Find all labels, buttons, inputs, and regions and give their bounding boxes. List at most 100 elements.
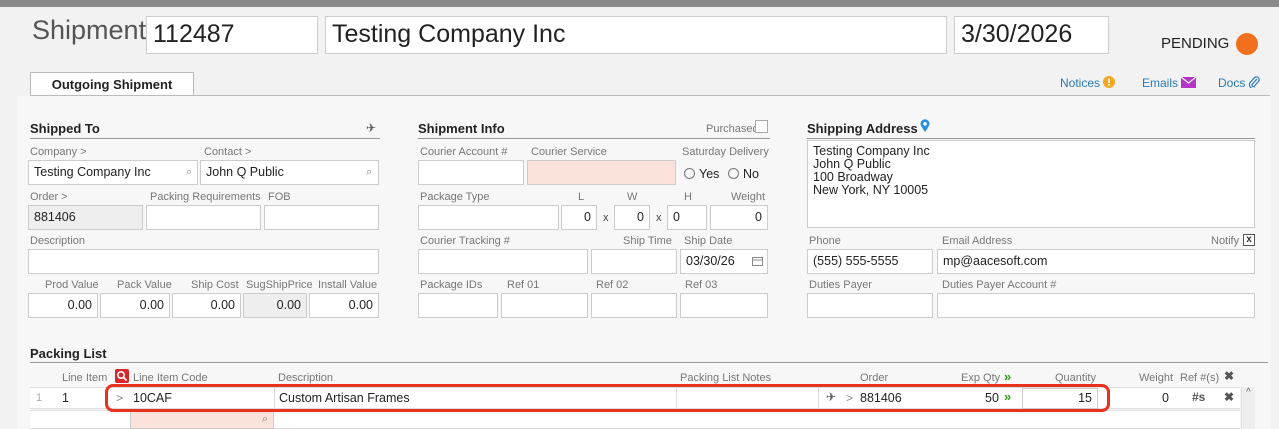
height-label: H — [684, 191, 692, 203]
description-label: Description — [30, 235, 86, 247]
docs-link[interactable]: Docs — [1218, 76, 1261, 91]
courier-account-field[interactable] — [418, 160, 524, 185]
docs-label: Docs — [1218, 76, 1246, 90]
copy-exp-qty-icon[interactable]: » — [1004, 369, 1011, 384]
new-line-item-code-field[interactable] — [130, 411, 274, 429]
row-refs[interactable]: #s — [1192, 390, 1205, 404]
ref02-field[interactable] — [591, 293, 677, 318]
shipping-address-title: Shipping Address — [807, 121, 918, 136]
chevron-up-icon[interactable]: ^ — [1242, 387, 1255, 399]
duties-payer-field[interactable] — [807, 293, 933, 318]
duties-payer-account-field[interactable] — [937, 293, 1255, 318]
tab-outgoing-shipment[interactable]: Outgoing Shipment — [30, 72, 194, 96]
prod-value-field[interactable]: 0.00 — [28, 293, 98, 318]
company-name-field[interactable]: Testing Company Inc — [325, 16, 947, 54]
col-weight: Weight — [1139, 372, 1174, 384]
shipment-label: Shipment: — [32, 15, 154, 45]
shipping-address-field[interactable]: Testing Company Inc John Q Public 100 Br… — [807, 140, 1255, 228]
delete-row-icon[interactable]: ✖ — [1224, 390, 1234, 404]
code-search-icon[interactable]: ⌕ — [262, 413, 268, 426]
saturday-no-radio[interactable]: No — [728, 167, 759, 181]
install-value-field[interactable]: 0.00 — [309, 293, 379, 318]
x-separator: x — [603, 212, 609, 224]
status-label: PENDING — [1161, 35, 1230, 52]
shipping-address-divider — [807, 138, 1255, 139]
search-icon[interactable] — [115, 369, 129, 383]
ref01-field[interactable] — [501, 293, 588, 318]
phone-field[interactable]: (555) 555-5555 — [807, 249, 933, 274]
packing-list-divider — [30, 362, 1268, 363]
row-line-item[interactable]: 1 — [62, 391, 69, 405]
package-type-field[interactable] — [418, 205, 559, 230]
width-field[interactable]: 0 — [614, 205, 650, 230]
top-bar — [0, 0, 1279, 7]
delete-all-icon[interactable]: ✖ — [1224, 369, 1234, 383]
fob-label: FOB — [268, 191, 291, 203]
sug-ship-price-label: SugShipPrice — [246, 279, 313, 291]
company-field[interactable]: Testing Company Inc — [28, 160, 198, 185]
sug-ship-price-field: 0.00 — [243, 293, 307, 318]
description-field[interactable] — [28, 249, 379, 274]
ship-date-label: Ship Date — [684, 235, 733, 247]
packing-requirements-label: Packing Requirements — [150, 191, 261, 203]
packing-requirements-field[interactable] — [146, 205, 261, 230]
contact-field[interactable]: John Q Public — [200, 160, 379, 185]
phone-label: Phone — [809, 235, 841, 247]
install-value-label: Install Value — [318, 279, 378, 291]
email-field[interactable]: mp@aacesoft.com — [937, 249, 1255, 274]
calendar-icon[interactable] — [752, 255, 763, 269]
duties-payer-label: Duties Payer — [809, 279, 872, 291]
prod-value-label: Prod Value — [45, 279, 99, 291]
ship-time-label: Ship Time — [623, 235, 672, 247]
height-field[interactable]: 0 — [667, 205, 707, 230]
notify-checkbox[interactable]: x — [1243, 234, 1255, 246]
pack-value-field[interactable]: 0.00 — [100, 293, 170, 318]
purchased-label: Purchased — [706, 123, 759, 135]
emails-link[interactable]: Emails — [1142, 76, 1197, 91]
col-order: Order — [860, 372, 889, 384]
saturday-yes-label: Yes — [699, 167, 720, 181]
table-scrollbar[interactable]: ^ — [1241, 387, 1255, 429]
weight-field[interactable]: 0 — [710, 205, 768, 230]
contact-label[interactable]: Contact > — [204, 146, 251, 158]
shipment-date-field[interactable]: 3/30/2026 — [954, 16, 1109, 54]
status-indicator — [1236, 33, 1258, 55]
ship-time-field[interactable] — [591, 249, 677, 274]
length-label: L — [578, 191, 585, 203]
emails-label: Emails — [1142, 76, 1179, 90]
package-ids-label: Package IDs — [420, 279, 483, 291]
ship-cost-field[interactable]: 0.00 — [172, 293, 241, 318]
location-pin-icon[interactable] — [920, 119, 930, 136]
pin-icon[interactable]: ✈ — [366, 121, 376, 135]
row-highlight — [105, 384, 1110, 412]
shipment-number-field[interactable]: 112487 — [146, 16, 318, 54]
courier-tracking-field[interactable] — [418, 249, 588, 274]
row-index: 1 — [36, 392, 43, 404]
ref03-label: Ref 03 — [685, 279, 718, 291]
pack-value-label: Pack Value — [117, 279, 172, 291]
width-label: W — [627, 191, 638, 203]
purchased-checkbox[interactable] — [755, 120, 768, 133]
col-quantity: Quantity — [1055, 372, 1096, 384]
contact-search-icon[interactable]: ⌕ — [366, 166, 372, 179]
order-label[interactable]: Order > — [30, 191, 68, 203]
package-ids-field[interactable] — [418, 293, 498, 318]
notify-label: Notify — [1211, 235, 1240, 247]
saturday-no-label: No — [743, 167, 759, 181]
notices-link[interactable]: Notices — [1060, 76, 1116, 91]
order-field[interactable]: 881406 — [28, 205, 143, 230]
saturday-delivery-label: Saturday Delivery — [682, 146, 769, 158]
fob-field[interactable] — [264, 205, 379, 230]
paperclip-icon — [1248, 76, 1261, 91]
company-label[interactable]: Company > — [30, 146, 87, 158]
shipment-info-title: Shipment Info — [418, 121, 505, 136]
email-address-label: Email Address — [942, 235, 1013, 247]
ref03-field[interactable] — [680, 293, 768, 318]
envelope-icon — [1180, 76, 1197, 91]
company-search-icon[interactable]: ⌕ — [186, 166, 192, 179]
shipped-to-divider — [30, 138, 380, 139]
saturday-yes-radio[interactable]: Yes — [684, 167, 719, 181]
courier-service-field[interactable] — [527, 160, 676, 185]
shipment-info-divider — [418, 138, 770, 139]
length-field[interactable]: 0 — [561, 205, 597, 230]
